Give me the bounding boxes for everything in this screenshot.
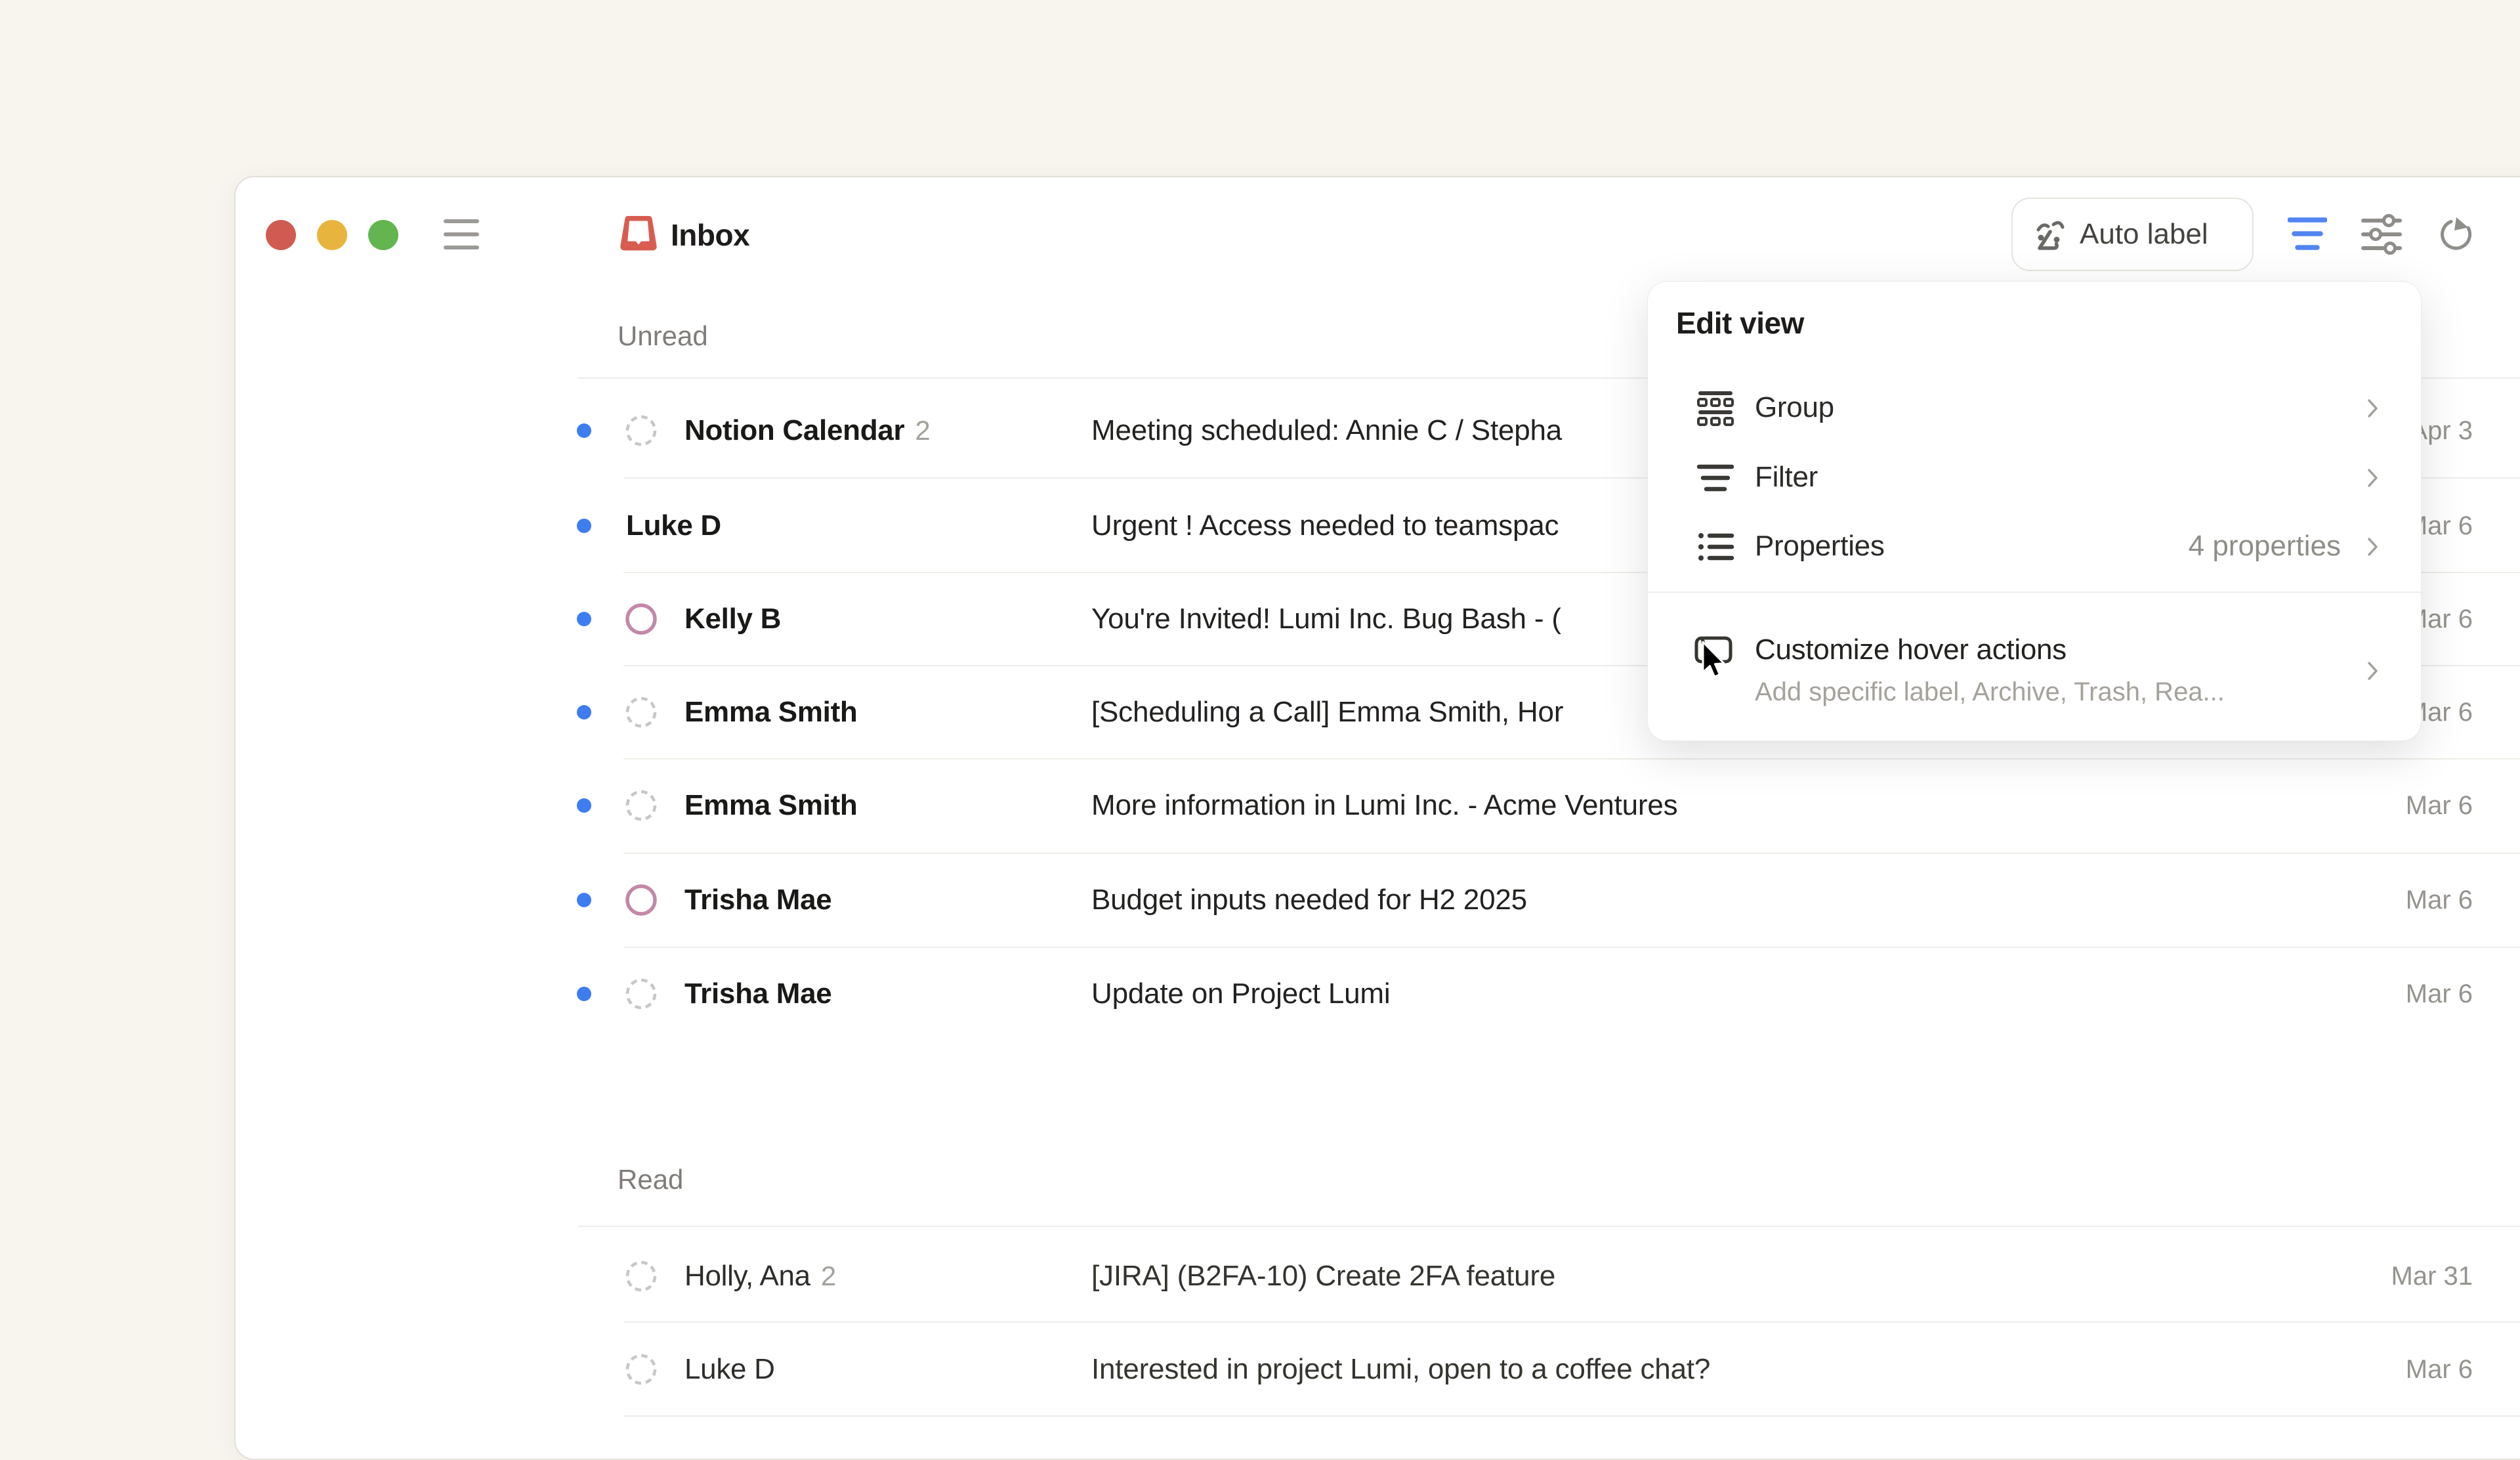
sender-name: Luke D [684, 1353, 775, 1385]
email-date: Mar 6 [2406, 1353, 2473, 1386]
thread-count: 2 [904, 415, 930, 446]
email-subject: Budget inputs needed for H2 2025 [1091, 881, 1527, 919]
avatar-rose-circle [625, 603, 657, 635]
email-subject: You're Invited! Lumi Inc. Bug Bash - ( [1091, 600, 1561, 638]
email-subject: [JIRA] (B2FA-10) Create 2FA feature [1091, 1257, 1555, 1295]
chevron-right-icon [2367, 661, 2379, 681]
menu-item-customize-hover-actions[interactable]: Customize hover actions Add specific lab… [1648, 610, 2421, 728]
avatar-dashed-circle [625, 415, 657, 446]
unread-section-header: Unread [618, 316, 708, 356]
email-row[interactable]: Trisha Mae Budget inputs needed for H2 2… [0, 853, 2520, 947]
sender-name: Notion Calendar [684, 414, 904, 446]
menu-item-label: Properties [1755, 527, 1885, 565]
menu-item-label: Filter [1755, 458, 1818, 496]
avatar-dashed-circle [625, 790, 657, 821]
email-row[interactable]: Emma Smith More information in Lumi Inc.… [0, 759, 2520, 852]
avatar-rose-circle [625, 884, 657, 916]
email-subject: Meeting scheduled: Annie C / Stepha [1091, 412, 1562, 450]
menu-item-label: Group [1755, 389, 1834, 427]
avatar-dashed-circle [625, 1354, 657, 1385]
email-subject: Update on Project Lumi [1091, 975, 1390, 1013]
sender-name: Emma Smith [684, 789, 858, 821]
auto-label-button[interactable]: Auto label [2011, 198, 2254, 271]
unread-dot [577, 798, 591, 813]
sender-name: Emma Smith [684, 696, 858, 728]
edit-view-popover: Edit view Group Filter [1647, 281, 2422, 741]
properties-list-icon [1696, 528, 1734, 566]
mouse-cursor [1701, 641, 1730, 681]
chevron-right-icon [2367, 468, 2379, 488]
thread-count: 2 [810, 1260, 836, 1291]
zoom-window-button[interactable] [368, 220, 398, 250]
chevron-right-icon [2367, 398, 2379, 418]
email-date: Mar 31 [2391, 1260, 2473, 1293]
sender-name: Kelly B [684, 603, 781, 635]
refresh-icon[interactable] [2439, 217, 2474, 253]
divider [578, 1226, 2520, 1227]
menu-item-label: Customize hover actions [1755, 631, 2067, 669]
page-title: Inbox [671, 217, 749, 253]
email-date: Mar 6 [2406, 884, 2473, 916]
sidebar-menu-button[interactable] [436, 210, 487, 260]
menu-item-filter[interactable]: Filter [1648, 442, 2421, 512]
email-date: Mar 6 [2406, 789, 2473, 822]
auto-label-button-label: Auto label [2080, 218, 2208, 251]
sender-name: Trisha Mae [684, 884, 831, 916]
filter-active-icon[interactable] [2288, 214, 2327, 255]
unread-dot [577, 423, 591, 438]
sender-name: Holly, Ana [684, 1260, 810, 1292]
unread-dot [577, 705, 591, 719]
unread-dot [577, 519, 591, 533]
unread-dot [577, 987, 591, 1001]
email-row[interactable]: Holly, Ana2 [JIRA] (B2FA-10) Create 2FA … [0, 1230, 2520, 1323]
menu-item-group[interactable]: Group [1648, 373, 2421, 442]
email-subject: More information in Lumi Inc. - Acme Ven… [1091, 786, 1677, 825]
filter-icon [1696, 459, 1734, 497]
sender-name: Trisha Mae [684, 977, 831, 1010]
hamburger-icon [444, 219, 479, 223]
unread-dot [577, 893, 591, 907]
inbox-icon [618, 214, 659, 253]
avatar-dashed-circle [625, 1260, 657, 1292]
close-window-button[interactable] [266, 220, 296, 250]
menu-item-subtitle: Add specific label, Archive, Trash, Rea.… [1755, 674, 2225, 710]
email-row[interactable]: Trisha Mae Update on Project Lumi Mar 6 [0, 947, 2520, 1041]
sender-name: Luke D [626, 509, 721, 542]
unread-dot [577, 612, 591, 626]
read-section-header: Read [618, 1160, 683, 1199]
minimize-window-button[interactable] [317, 220, 347, 250]
auto-label-wand-icon [2030, 214, 2070, 255]
group-icon [1696, 389, 1734, 427]
email-subject: Urgent ! Access needed to teamspac [1091, 507, 1559, 545]
divider [1648, 591, 2421, 593]
email-subject: Interested in project Lumi, open to a co… [1091, 1350, 1710, 1388]
email-date: Mar 6 [2406, 977, 2473, 1010]
divider [623, 1415, 2520, 1417]
edit-view-title: Edit view [1676, 301, 1804, 345]
email-subject: [Scheduling a Call] Emma Smith, Hor [1091, 693, 1563, 731]
view-settings-sliders-icon[interactable] [2361, 214, 2402, 255]
email-row[interactable]: Luke D Interested in project Lumi, open … [0, 1323, 2520, 1416]
chevron-right-icon [2367, 537, 2379, 557]
avatar-dashed-circle [625, 978, 657, 1010]
properties-count: 4 properties [2189, 528, 2341, 564]
menu-item-properties[interactable]: Properties 4 properties [1648, 511, 2421, 581]
avatar-dashed-circle [625, 697, 657, 728]
